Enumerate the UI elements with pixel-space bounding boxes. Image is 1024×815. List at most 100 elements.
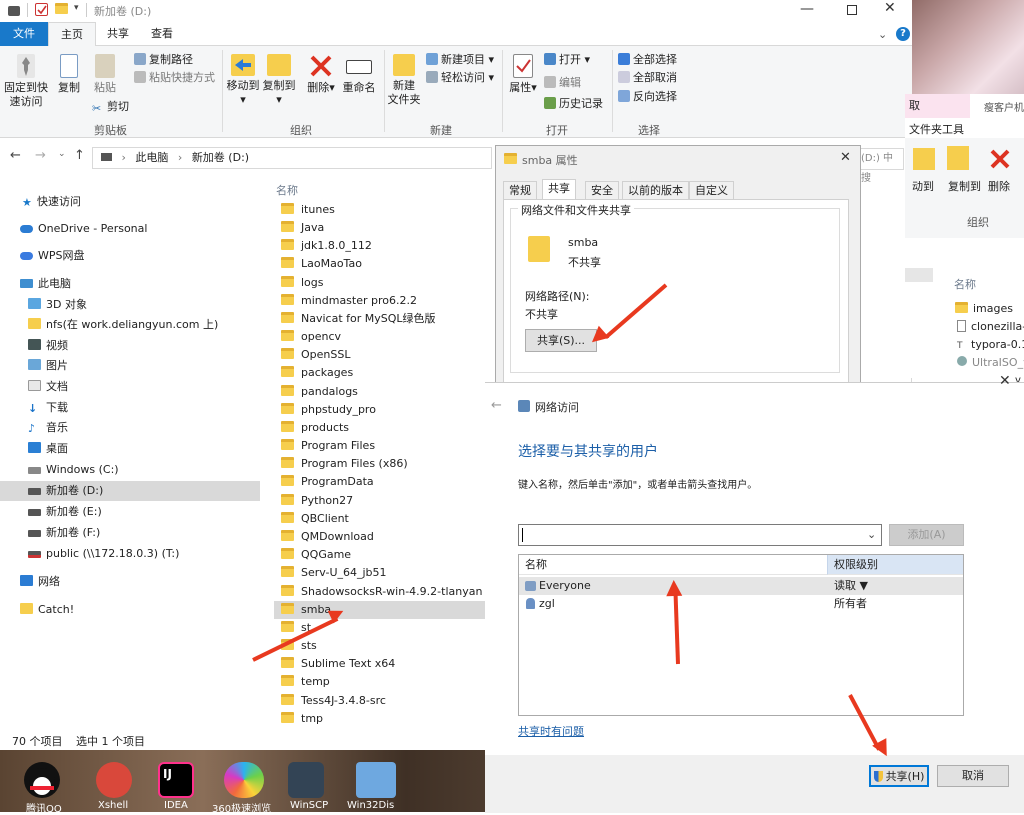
list-item[interactable]: QMDownload	[274, 528, 486, 546]
chevron-down-icon[interactable]: ⌄	[867, 528, 876, 541]
copy-to-button[interactable]: 复制到▾	[262, 54, 296, 107]
list-item[interactable]: Sublime Text x64	[274, 655, 486, 673]
list-item[interactable]: Ttypora-0.1	[957, 338, 1024, 351]
select-all-button[interactable]: 全部选择	[618, 52, 677, 68]
add-button[interactable]: 添加(A)	[889, 524, 964, 546]
nav-item-quick-access[interactable]: ★ 快速访问	[0, 192, 260, 212]
list-item[interactable]: Java	[274, 219, 486, 237]
history-button[interactable]: 历史记录	[544, 96, 603, 112]
edit-button[interactable]: 编辑	[544, 75, 581, 91]
nav-item-drive-f[interactable]: 新加卷 (F:)	[0, 523, 260, 543]
nav-item-catch[interactable]: Catch!	[0, 600, 260, 620]
table-row[interactable]: zgl 所有者	[519, 595, 963, 613]
nav-item-this-pc[interactable]: 此电脑	[0, 274, 260, 294]
tab-general[interactable]: 常规	[503, 181, 537, 200]
nav-item-videos[interactable]: 视频	[0, 336, 260, 356]
list-item[interactable]: OpenSSL	[274, 346, 486, 364]
up-arrow-icon[interactable]: ↑	[74, 148, 85, 163]
recent-dropdown-icon[interactable]: ⌄	[58, 149, 66, 159]
address-bar[interactable]: › 此电脑 › 新加卷 (D:)	[92, 147, 492, 169]
list-item[interactable]: UltraISO_v	[957, 356, 1024, 369]
tab-file[interactable]: 文件	[0, 22, 48, 46]
move-to-button[interactable]: 移动到▾	[226, 54, 260, 107]
select-none-button[interactable]: 全部取消	[618, 70, 677, 86]
column-header-name[interactable]: 名称	[519, 555, 827, 575]
cancel-button[interactable]: 取消	[937, 765, 1009, 787]
copy-to-button[interactable]: 复制到	[948, 178, 981, 194]
close-button[interactable]: ✕	[884, 0, 896, 16]
list-item[interactable]: jdk1.8.0_112	[274, 237, 486, 255]
tab-sharing[interactable]: 共享	[542, 179, 576, 200]
pin-quick-access-button[interactable]: 固定到快 速访问	[4, 54, 48, 109]
maximize-button[interactable]	[847, 5, 857, 15]
list-item[interactable]: Program Files (x86)	[274, 455, 486, 473]
help-icon[interactable]: ?	[896, 27, 910, 41]
nav-item-onedrive[interactable]: OneDrive - Personal	[0, 219, 260, 239]
permission-dropdown[interactable]: 读取 ▼	[834, 577, 868, 595]
nav-item-downloads[interactable]: ↓ 下载	[0, 398, 260, 418]
list-item[interactable]: products	[274, 419, 486, 437]
breadcrumb-drive-d[interactable]: 新加卷 (D:)	[192, 151, 249, 164]
list-item[interactable]: clonezilla-l	[957, 320, 1024, 333]
list-item[interactable]: LaoMaoTao	[274, 255, 486, 273]
nav-item-music[interactable]: ♪ 音乐	[0, 418, 260, 438]
list-item[interactable]: opencv	[274, 328, 486, 346]
nav-item-nfs[interactable]: nfs(在 work.deliangyun.com 上)	[0, 315, 260, 335]
list-item[interactable]: tmp	[274, 710, 486, 728]
quick-access-dropdown-icon[interactable]: ▾	[74, 3, 79, 13]
column-header-permission[interactable]: 权限级别	[827, 555, 963, 575]
nav-item-3d-objects[interactable]: 3D 对象	[0, 295, 260, 315]
list-item[interactable]: itunes	[274, 201, 486, 219]
new-folder-button[interactable]: 新建 文件夹	[386, 54, 422, 107]
forward-arrow-icon[interactable]: →	[35, 148, 46, 163]
tab-folder-tools[interactable]: 文件夹工具	[909, 121, 964, 137]
nav-item-pictures[interactable]: 图片	[0, 356, 260, 376]
win32diskimager-icon[interactable]	[356, 762, 396, 798]
paste-button[interactable]: 粘贴	[90, 54, 120, 95]
tab-drive-tools[interactable]: 取	[905, 94, 970, 118]
tab-home[interactable]: 主页	[48, 22, 96, 46]
properties-check-icon[interactable]	[35, 3, 48, 16]
list-item[interactable]: packages	[274, 364, 486, 382]
table-row[interactable]: Everyone 读取 ▼	[519, 577, 963, 595]
move-to-button[interactable]: 动到	[912, 178, 934, 194]
copy-path-button[interactable]: 复制路径	[134, 52, 193, 68]
copy-button[interactable]: 复制	[54, 54, 84, 95]
new-item-button[interactable]: 新建项目 ▾	[426, 52, 494, 68]
list-item[interactable]: Python27	[274, 492, 486, 510]
list-item[interactable]: phpstudy_pro	[274, 401, 486, 419]
collapse-ribbon-icon[interactable]: ⌄	[878, 28, 887, 41]
tab-customize[interactable]: 自定义	[689, 181, 734, 200]
winscp-icon[interactable]	[288, 762, 324, 798]
list-item[interactable]: logs	[274, 274, 486, 292]
list-item[interactable]: temp	[274, 673, 486, 691]
nav-item-drive-e[interactable]: 新加卷 (E:)	[0, 502, 260, 522]
nav-item-desktop[interactable]: 桌面	[0, 439, 260, 459]
open-button[interactable]: 打开 ▾	[544, 52, 590, 68]
share-button[interactable]: 共享(H)	[869, 765, 929, 787]
list-item[interactable]: Serv-U_64_jb51	[274, 564, 486, 582]
browser-360-icon[interactable]	[224, 762, 264, 798]
cut-button[interactable]: ✂ 剪切	[92, 99, 129, 115]
invert-selection-button[interactable]: 反向选择	[618, 89, 677, 105]
xshell-icon[interactable]	[96, 762, 132, 798]
close-button[interactable]: ✕	[840, 150, 851, 165]
list-item-selected[interactable]: smba	[274, 601, 486, 619]
rename-button[interactable]: 重命名	[340, 54, 378, 95]
list-item[interactable]: mindmaster pro6.2.2	[274, 292, 486, 310]
column-header-name[interactable]: 名称	[954, 276, 976, 292]
paste-shortcut-button[interactable]: 粘贴快捷方式	[134, 70, 215, 86]
tab-previous-versions[interactable]: 以前的版本	[622, 181, 689, 200]
tab-share[interactable]: 共享	[96, 22, 140, 46]
list-item[interactable]: Program Files	[274, 437, 486, 455]
list-item[interactable]: pandalogs	[274, 383, 486, 401]
minimize-button[interactable]: —	[800, 1, 814, 17]
list-item[interactable]: ProgramData	[274, 473, 486, 491]
nav-item-documents[interactable]: 文档	[0, 377, 260, 397]
list-item[interactable]: images	[955, 302, 1013, 315]
user-name-combobox[interactable]: ⌄	[518, 524, 882, 546]
properties-button[interactable]: 属性▾	[508, 54, 538, 95]
sharing-help-link[interactable]: 共享时有问题	[518, 723, 584, 739]
nav-item-network-drive-t[interactable]: public (\\172.18.0.3) (T:)	[0, 544, 260, 564]
list-item[interactable]: sts	[274, 637, 486, 655]
